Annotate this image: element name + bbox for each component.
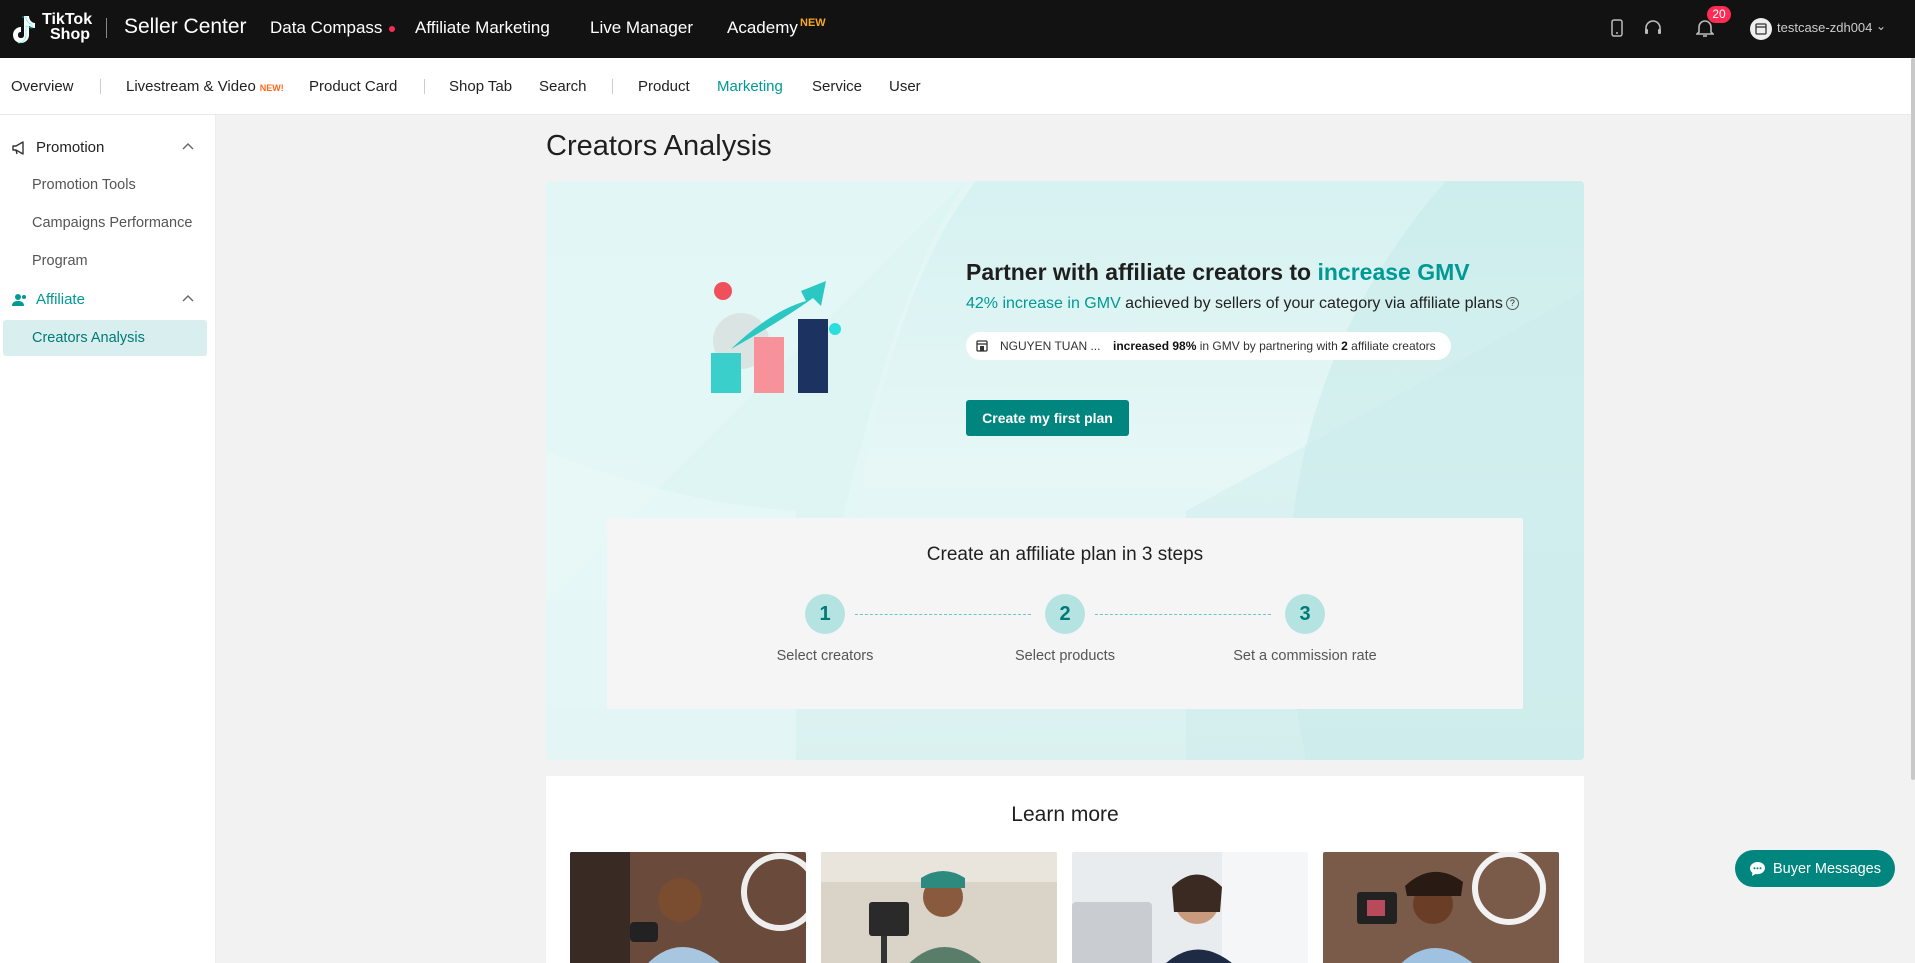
hero-title: Partner with affiliate creators to incre… xyxy=(966,259,1470,285)
seller-name: NGUYEN TUAN ... xyxy=(1000,339,1101,353)
shop-icon xyxy=(974,338,990,354)
sidebar-item-label: Creators Analysis xyxy=(32,330,145,346)
question-icon[interactable]: ? xyxy=(1505,297,1519,311)
top-bar: TikTok Shop Seller Center Data Compass A… xyxy=(0,0,1915,58)
sidebar-section-promotion[interactable]: Promotion xyxy=(12,139,104,156)
video-thumbnail[interactable] xyxy=(821,852,1057,963)
mobile-icon[interactable] xyxy=(1605,16,1629,40)
page-title: Creators Analysis xyxy=(546,130,772,162)
nav-academy[interactable]: Academy xyxy=(727,18,798,38)
nav-live-manager[interactable]: Live Manager xyxy=(590,18,693,38)
learn-more-section: Learn more xyxy=(546,776,1584,963)
step-connector xyxy=(855,614,1031,615)
tiktok-shop-logo[interactable]: TikTok Shop xyxy=(10,12,92,46)
tab-product[interactable]: Product xyxy=(638,78,690,95)
step-number: 1 xyxy=(805,594,845,634)
tab-product-card[interactable]: Product Card xyxy=(309,78,397,95)
tab-shop-tab[interactable]: Shop Tab xyxy=(449,78,512,95)
video-thumbnail[interactable] xyxy=(1072,852,1308,963)
video-thumbnail[interactable] xyxy=(1323,852,1559,963)
step-number: 3 xyxy=(1285,594,1325,634)
divider xyxy=(612,79,613,94)
megaphone-icon xyxy=(12,140,30,155)
red-dot-indicator xyxy=(389,25,396,32)
tab-search[interactable]: Search xyxy=(539,78,587,95)
chevron-down-icon[interactable]: ⌄ xyxy=(1876,19,1886,33)
buyer-messages-label: Buyer Messages xyxy=(1773,860,1881,877)
tab-livestream-video[interactable]: Livestream & Video NEW! xyxy=(126,78,284,95)
username[interactable]: testcase-zdh004 xyxy=(1777,20,1872,35)
sub-nav: Overview Livestream & Video NEW! Product … xyxy=(0,58,1915,115)
steps-card: Create an affiliate plan in 3 steps 1 2 … xyxy=(607,518,1523,709)
learn-more-title: Learn more xyxy=(1011,803,1119,826)
divider xyxy=(424,79,425,94)
step-label: Set a commission rate xyxy=(1233,648,1377,664)
sidebar-section-label: Promotion xyxy=(36,139,105,156)
step-connector xyxy=(1095,614,1271,615)
growth-chart-illustration xyxy=(711,281,841,393)
step-label: Select products xyxy=(1015,648,1115,664)
divider xyxy=(106,18,107,38)
notification-badge: 20 xyxy=(1707,6,1731,23)
app-title[interactable]: Seller Center xyxy=(124,15,247,39)
sidebar-item-promotion-tools[interactable]: Promotion Tools xyxy=(32,177,136,193)
headset-icon[interactable] xyxy=(1641,16,1665,40)
tab-overview[interactable]: Overview xyxy=(11,78,74,95)
steps-title: Create an affiliate plan in 3 steps xyxy=(926,544,1204,565)
scrollbar[interactable] xyxy=(1911,58,1915,780)
users-icon xyxy=(12,293,30,307)
new-badge: NEW! xyxy=(259,83,284,93)
create-first-plan-button[interactable]: Create my first plan xyxy=(966,400,1129,436)
video-thumbnail[interactable] xyxy=(570,852,806,963)
sidebar-section-label: Affiliate xyxy=(36,291,85,308)
shop-icon[interactable] xyxy=(1750,18,1772,40)
buyer-messages-button[interactable]: Buyer Messages xyxy=(1735,850,1895,887)
step-label: Select creators xyxy=(776,648,874,664)
logo-line-2: Shop xyxy=(50,26,90,43)
tiktok-logo-icon xyxy=(13,16,35,44)
new-badge: NEW xyxy=(800,17,826,29)
tab-service[interactable]: Service xyxy=(812,78,862,95)
divider xyxy=(100,79,101,94)
tab-user[interactable]: User xyxy=(889,78,921,95)
hero-subtitle: 42% increase in GMV achieved by sellers … xyxy=(966,295,1519,313)
step-number: 2 xyxy=(1045,594,1085,634)
seller-highlight-pill: NGUYEN TUAN ... increased 98% in GMV by … xyxy=(966,332,1451,360)
nav-data-compass[interactable]: Data Compass xyxy=(270,18,396,38)
sidebar-section-affiliate[interactable]: Affiliate xyxy=(12,291,85,308)
sidebar-item-campaigns-performance[interactable]: Campaigns Performance xyxy=(32,215,192,231)
hero-banner: Partner with affiliate creators to incre… xyxy=(546,181,1584,760)
sidebar-item-program[interactable]: Program xyxy=(32,253,88,269)
chevron-up-icon[interactable] xyxy=(182,291,194,305)
sidebar: Promotion Promotion Tools Campaigns Perf… xyxy=(0,115,216,963)
tab-marketing[interactable]: Marketing xyxy=(717,78,783,95)
chat-bubble-icon xyxy=(1749,861,1766,877)
logo-line-1: TikTok xyxy=(42,11,93,28)
chevron-up-icon[interactable] xyxy=(182,139,194,153)
nav-affiliate-marketing[interactable]: Affiliate Marketing xyxy=(415,18,550,38)
